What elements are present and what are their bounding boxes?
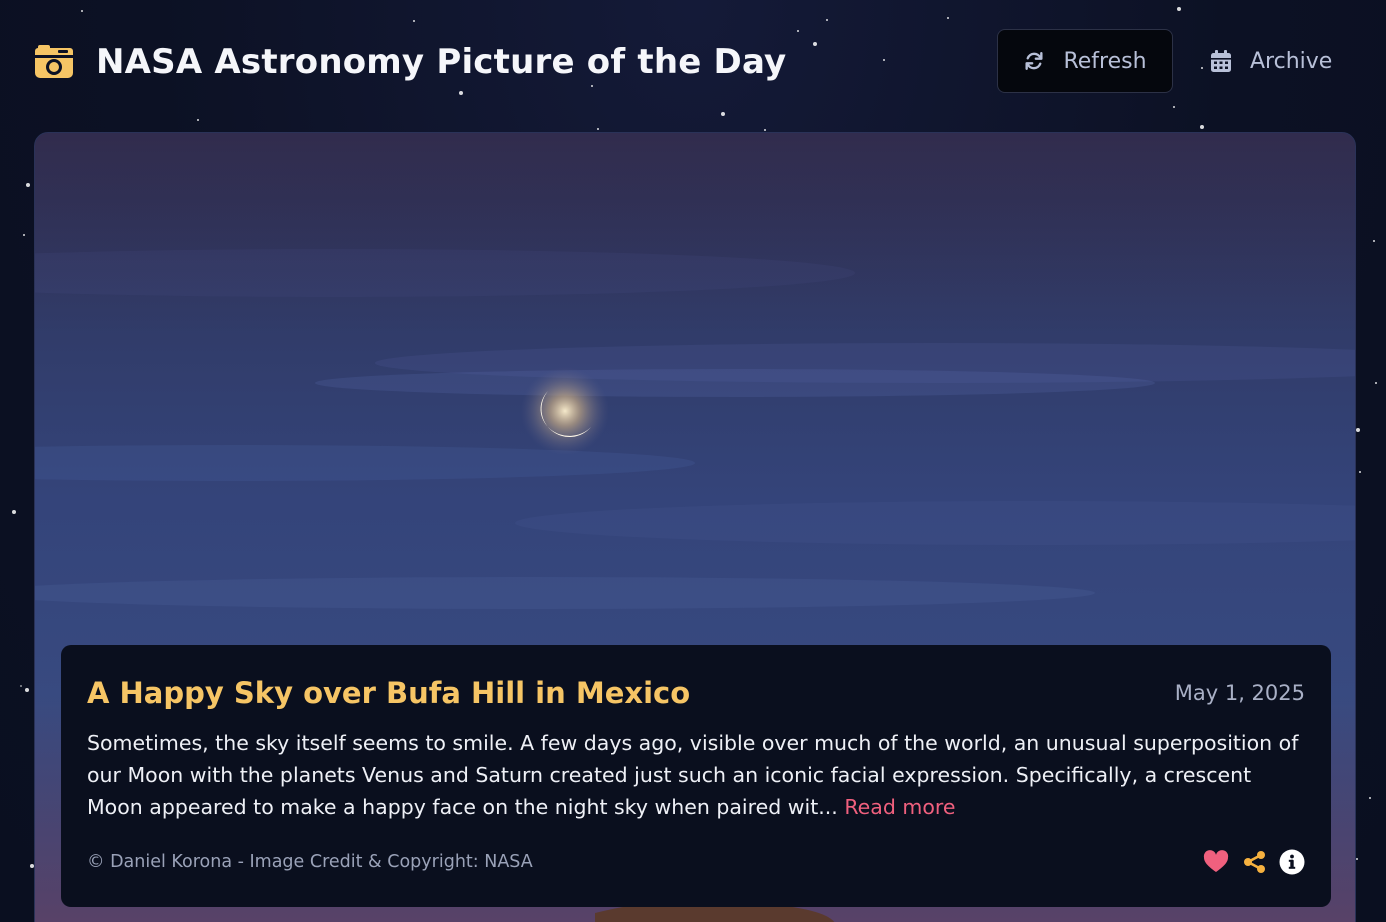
apod-card: A Happy Sky over Bufa Hill in Mexico May… xyxy=(34,132,1356,922)
star xyxy=(1375,382,1377,384)
star xyxy=(813,42,817,46)
star xyxy=(597,128,599,130)
share-button[interactable] xyxy=(1241,849,1267,875)
apod-title: A Happy Sky over Bufa Hill in Mexico xyxy=(87,676,691,710)
star xyxy=(1369,797,1371,799)
apod-info-panel: A Happy Sky over Bufa Hill in Mexico May… xyxy=(61,645,1331,907)
star xyxy=(25,688,29,692)
refresh-button[interactable]: Refresh xyxy=(997,29,1173,93)
star xyxy=(81,10,83,12)
app-header: NASA Astronomy Picture of the Day xyxy=(34,38,786,86)
apod-footer: © Daniel Korona - Image Credit & Copyrig… xyxy=(87,847,1305,877)
star xyxy=(1177,7,1181,11)
apod-actions xyxy=(1203,849,1305,875)
apod-description-text: Sometimes, the sky itself seems to smile… xyxy=(87,731,1299,819)
star xyxy=(721,112,725,116)
apod-date: May 1, 2025 xyxy=(1174,681,1305,705)
star xyxy=(12,510,16,514)
star xyxy=(826,19,828,21)
archive-link[interactable]: Archive xyxy=(1210,29,1332,93)
star xyxy=(1373,240,1375,242)
star xyxy=(1356,428,1360,432)
star xyxy=(797,30,799,32)
archive-label: Archive xyxy=(1250,48,1333,74)
star xyxy=(1356,858,1358,860)
star xyxy=(197,119,199,121)
star xyxy=(413,20,415,22)
star xyxy=(20,685,22,687)
read-more-link[interactable]: Read more xyxy=(844,795,955,819)
image-credit: © Daniel Korona - Image Credit & Copyrig… xyxy=(87,852,533,872)
app-title: NASA Astronomy Picture of the Day xyxy=(96,42,787,82)
like-button[interactable] xyxy=(1203,849,1229,875)
star xyxy=(1359,471,1361,473)
calendar-icon xyxy=(1211,50,1231,72)
refresh-icon xyxy=(1025,52,1043,70)
apod-description: Sometimes, the sky itself seems to smile… xyxy=(87,727,1305,823)
heart-icon xyxy=(1203,850,1229,872)
apod-info-header: A Happy Sky over Bufa Hill in Mexico May… xyxy=(87,673,1305,713)
camera-retro-icon xyxy=(35,45,73,78)
info-button[interactable] xyxy=(1279,849,1305,875)
star xyxy=(883,59,885,61)
star xyxy=(459,91,463,95)
info-icon xyxy=(1279,849,1305,875)
star xyxy=(947,17,949,19)
star xyxy=(1201,67,1203,69)
star xyxy=(1200,125,1204,129)
refresh-label: Refresh xyxy=(1063,48,1147,74)
star xyxy=(1173,106,1175,108)
star xyxy=(23,234,25,236)
share-icon xyxy=(1244,851,1265,873)
app-page: NASA Astronomy Picture of the Day Refres… xyxy=(0,0,1386,922)
star xyxy=(26,183,30,187)
star xyxy=(764,129,766,131)
